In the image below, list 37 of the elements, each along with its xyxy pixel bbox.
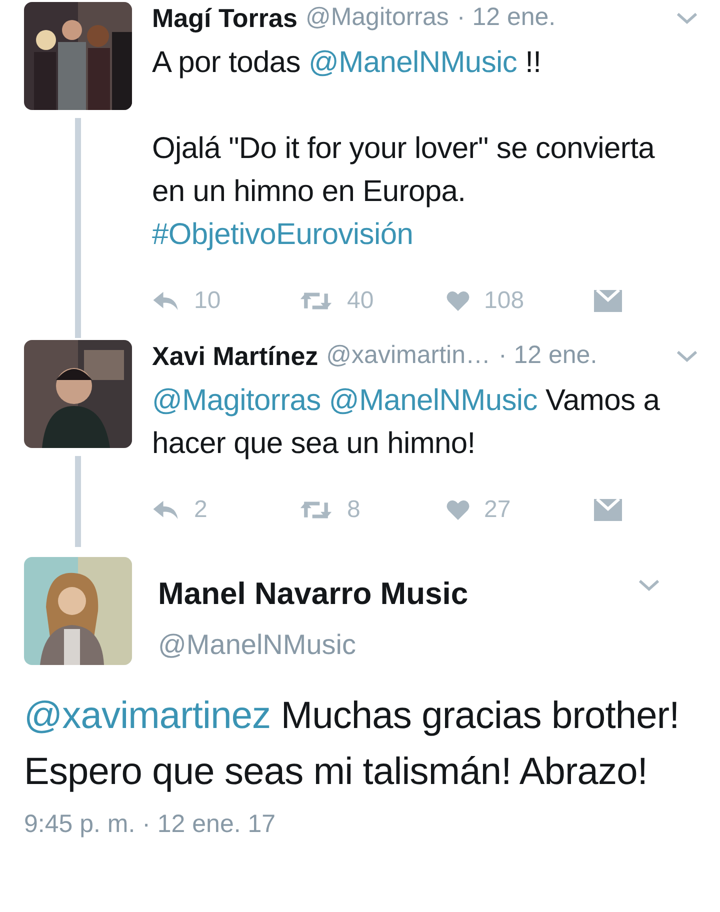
heart-icon	[446, 499, 470, 521]
retweet-button[interactable]: 8	[299, 492, 446, 528]
mention-link[interactable]: @Magitorras	[152, 384, 321, 417]
tweet-time: · 12 ene.	[456, 2, 556, 34]
reply-button[interactable]: 10	[152, 283, 299, 319]
heart-icon	[446, 290, 470, 312]
tweet-text: A por todas @ManelNMusic !!	[152, 45, 542, 81]
user-handle: @Magitorras	[305, 2, 449, 34]
tweet-text: @xavimartinez Muchas gracias brother! Espero que seas mi talismán! Abrazo!	[24, 694, 680, 794]
tweet-text: @Magitorras @ManelNMusic Vamos a hacer que sea un himno!	[152, 383, 661, 462]
user-handle: @ManelNMusic	[158, 628, 358, 662]
chevron-down-icon[interactable]	[676, 12, 698, 24]
reply-icon	[152, 500, 180, 520]
mention-link[interactable]: @xavimartinez	[24, 694, 271, 736]
retweet-button[interactable]: 40	[299, 283, 446, 319]
tweet-text: Ojalá "Do it for your lover" se convierta en un himno en Europa. #ObjetivoEurovisión	[152, 131, 656, 253]
message-button[interactable]	[593, 289, 623, 313]
like-button[interactable]: 27	[446, 492, 593, 528]
tweet-timestamp: 9:45 p. m. · 12 ene. 17	[24, 808, 277, 840]
reply-button[interactable]: 2	[152, 492, 299, 528]
mention-link[interactable]: @ManelNMusic	[308, 46, 518, 79]
reply-icon	[152, 291, 180, 311]
display-name: Manel Navarro Music	[158, 575, 468, 613]
message-button[interactable]	[593, 498, 623, 522]
mention-link[interactable]: @ManelNMusic	[328, 384, 538, 417]
retweet-icon	[299, 290, 333, 312]
envelope-icon	[593, 498, 623, 522]
tweet-time: · 12 ene.	[498, 340, 598, 372]
chevron-down-icon[interactable]	[676, 350, 698, 362]
display-name: Xavi Martínez	[152, 340, 318, 372]
display-name: Magí Torras	[152, 2, 298, 34]
mention-link[interactable]: #ObjetivoEurovisión	[152, 218, 414, 251]
envelope-icon	[593, 289, 623, 313]
retweet-icon	[299, 499, 333, 521]
like-button[interactable]: 108	[446, 283, 593, 319]
chevron-down-icon[interactable]	[638, 579, 660, 592]
user-handle: @xavimartin…	[326, 340, 490, 372]
